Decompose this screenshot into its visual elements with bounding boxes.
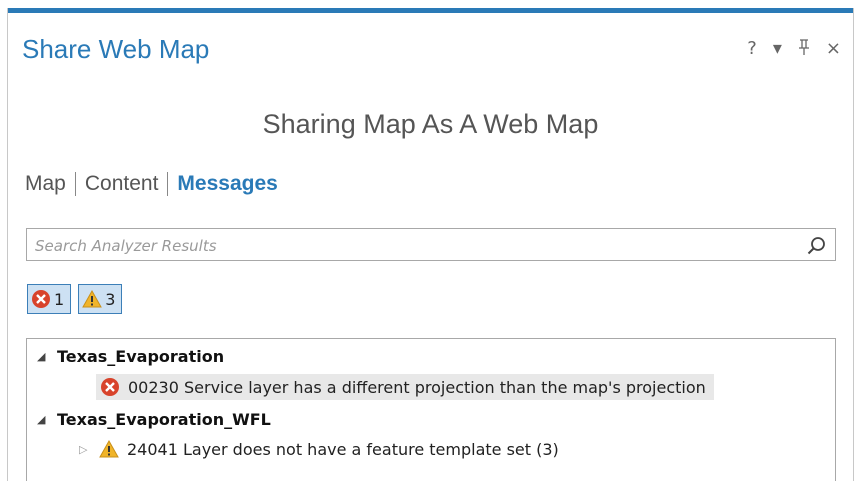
error-icon	[32, 290, 50, 308]
options-dropdown-icon[interactable]: ▾	[773, 38, 782, 61]
pane-controls: ? ▾ ×	[747, 38, 841, 61]
search-icon[interactable]	[807, 236, 827, 256]
search-box	[26, 228, 836, 261]
tree-group-label: Texas_Evaporation_WFL	[57, 409, 271, 429]
pane-accent-bar	[8, 8, 853, 13]
tab-bar: Map Content Messages	[25, 172, 278, 196]
help-icon[interactable]: ?	[747, 38, 757, 61]
message-text: 24041 Layer does not have a feature temp…	[127, 439, 559, 459]
filter-toggles: 1 3	[27, 284, 123, 314]
warning-icon	[99, 440, 119, 458]
tab-map[interactable]: Map	[25, 172, 66, 196]
errors-count: 1	[54, 289, 65, 309]
pane-title: Share Web Map	[22, 34, 210, 64]
tab-content[interactable]: Content	[85, 172, 159, 196]
tree-group-label: Texas_Evaporation	[57, 346, 225, 366]
expanded-triangle-icon[interactable]: ◢	[37, 350, 57, 363]
pin-icon[interactable]	[798, 38, 810, 61]
tree-message-row[interactable]: 00230 Service layer has a different proj…	[96, 374, 714, 400]
tree-group-row[interactable]: ◢ Texas_Evaporation_WFL	[37, 406, 271, 432]
expanded-triangle-icon[interactable]: ◢	[37, 413, 57, 426]
warnings-filter-button[interactable]: 3	[78, 284, 123, 314]
share-web-map-pane: Share Web Map ? ▾ × Sharing Map As A Web…	[7, 8, 854, 481]
message-text: 00230 Service layer has a different proj…	[128, 377, 706, 397]
warning-icon	[82, 290, 103, 308]
tree-group-row[interactable]: ◢ Texas_Evaporation	[37, 343, 224, 369]
warnings-count: 3	[105, 289, 116, 309]
tree-message-row[interactable]: ▷ 24041 Layer does not have a feature te…	[79, 436, 559, 462]
analyzer-results-tree: ◢ Texas_Evaporation 00230 Service layer …	[26, 338, 836, 481]
tab-divider	[167, 172, 169, 196]
page-heading: Sharing Map As A Web Map	[262, 109, 599, 139]
error-icon	[100, 377, 120, 397]
tab-divider	[74, 172, 76, 196]
close-icon[interactable]: ×	[826, 38, 841, 61]
tab-messages[interactable]: Messages	[177, 172, 277, 196]
search-input[interactable]	[33, 233, 797, 259]
errors-filter-button[interactable]: 1	[27, 284, 72, 314]
collapsed-triangle-icon[interactable]: ▷	[79, 443, 99, 456]
